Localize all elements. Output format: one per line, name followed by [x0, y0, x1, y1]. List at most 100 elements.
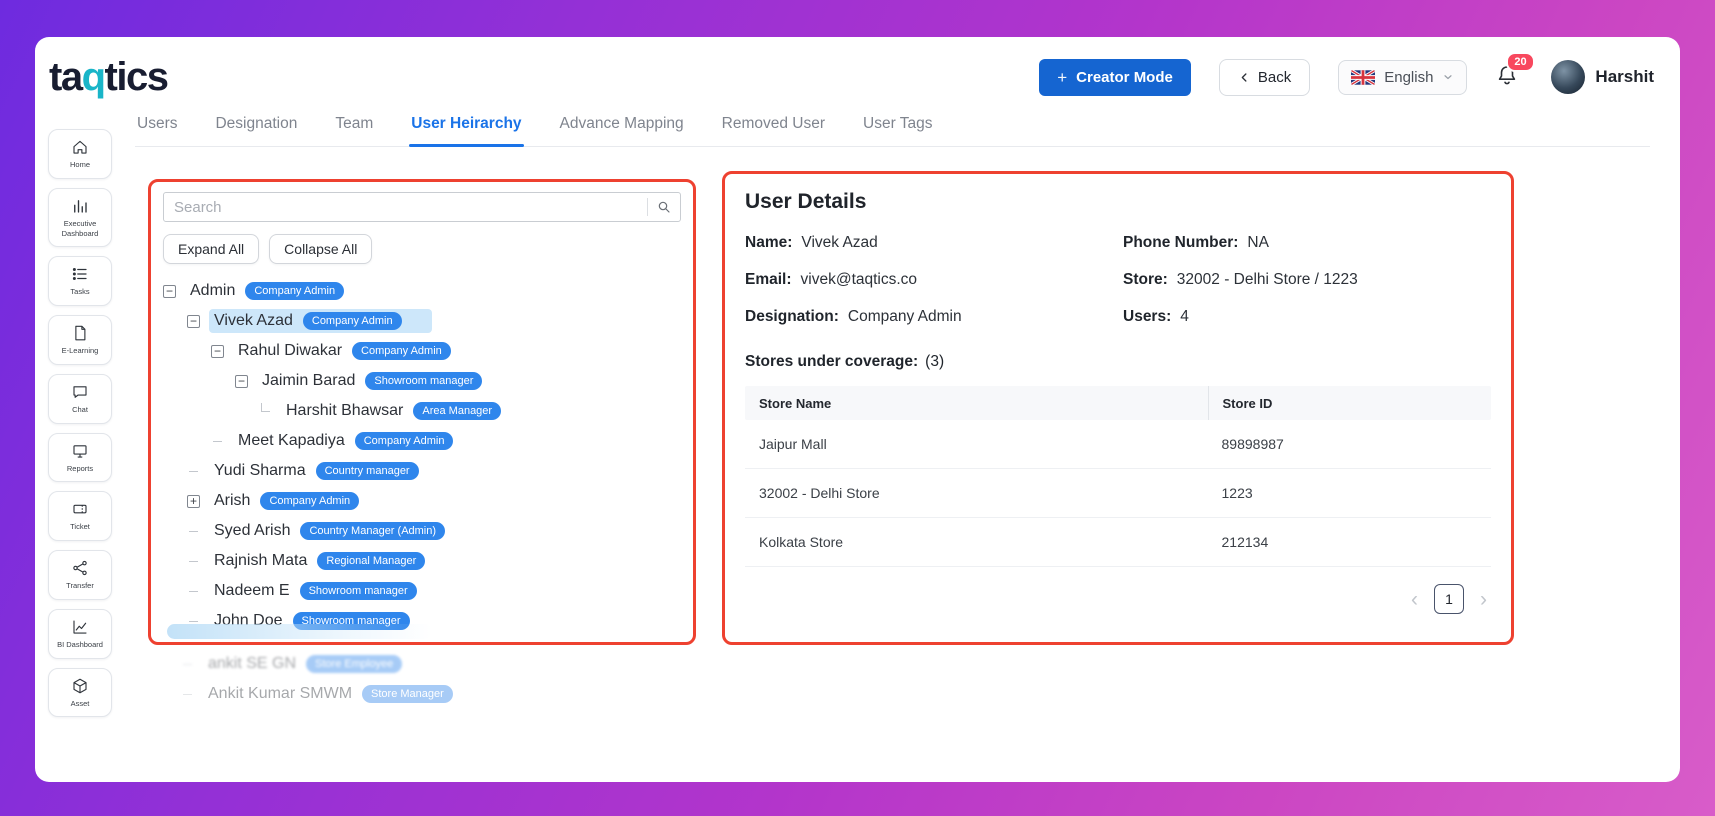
sidebar-item-ticket[interactable]: Ticket: [48, 491, 112, 541]
field-value: vivek@taqtics.co: [801, 271, 918, 288]
search-input[interactable]: [164, 199, 647, 216]
sidebar-item-transfer[interactable]: Transfer: [48, 550, 112, 600]
tree-toggle-icon[interactable]: [187, 495, 200, 508]
tab[interactable]: Users: [135, 115, 179, 146]
user-name-label: Harshit Bhawsar: [286, 402, 403, 420]
tab[interactable]: User Heirarchy: [409, 115, 523, 146]
tree-node[interactable]: Arish Company Admin: [187, 486, 681, 516]
sidebar-item-chat[interactable]: Chat: [48, 374, 112, 424]
tree-toggle-icon[interactable]: [187, 555, 200, 568]
page-background: taqtics + Creator Mode Back: [0, 0, 1715, 816]
user-name-label: Jaimin Barad: [262, 372, 355, 390]
sidebar-item-label: Executive Dashboard: [52, 219, 108, 239]
tree-toggle-icon[interactable]: [181, 658, 194, 671]
sidebar-item-elearning[interactable]: E-Learning: [48, 315, 112, 365]
stores-table: Store Name Store ID Jaipur Mall 89898987…: [745, 386, 1491, 567]
tree-toggle-icon[interactable]: [211, 435, 224, 448]
creator-mode-label: Creator Mode: [1076, 69, 1173, 86]
tree-toggle-icon[interactable]: [261, 403, 270, 412]
tree-node[interactable]: ankit SE GN Store Employee: [181, 649, 677, 679]
tree-toggle-icon[interactable]: [211, 345, 224, 358]
tab[interactable]: Designation: [213, 115, 299, 146]
tree-node[interactable]: Jaimin Barad Showroom manager: [235, 366, 681, 396]
tree-node[interactable]: Vivek Azad Company Admin: [187, 306, 681, 336]
role-badge: Showroom manager: [300, 582, 417, 600]
language-selector[interactable]: English: [1338, 60, 1467, 95]
sidebar-item-label: Chat: [72, 405, 88, 415]
store-name-cell: Kolkata Store: [745, 534, 1208, 550]
tab[interactable]: Advance Mapping: [558, 115, 686, 146]
tab[interactable]: Removed User: [720, 115, 827, 146]
field-value: 4: [1180, 308, 1189, 325]
pagination: ‹ 1 ›: [745, 584, 1491, 614]
search-icon[interactable]: [648, 199, 680, 215]
tree-node[interactable]: Admin Company Admin: [163, 276, 681, 306]
uk-flag-icon: [1351, 70, 1375, 85]
tree-toggle-icon[interactable]: [187, 585, 200, 598]
tree-node[interactable]: Ankit Kumar SMWM Store Manager: [181, 679, 677, 709]
sidebar-item-tasks[interactable]: Tasks: [48, 256, 112, 306]
cube-icon: [71, 677, 89, 695]
header-actions: + Creator Mode Back English: [1039, 59, 1654, 96]
collapse-all-button[interactable]: Collapse All: [269, 234, 372, 264]
tree-node[interactable]: Syed Arish Country Manager (Admin): [187, 516, 681, 546]
sidebar-item-label: Home: [70, 160, 90, 170]
tree-toggle-icon[interactable]: [187, 315, 200, 328]
user-menu[interactable]: Harshit: [1551, 60, 1654, 94]
bar-chart-icon: [71, 197, 89, 215]
role-badge: Company Admin: [245, 282, 344, 300]
sidebar-item-reports[interactable]: Reports: [48, 433, 112, 483]
expand-all-button[interactable]: Expand All: [163, 234, 259, 264]
role-badge: Company Admin: [303, 312, 402, 330]
sidebar-item-label: Tasks: [70, 287, 89, 297]
avatar[interactable]: [1551, 60, 1585, 94]
sidebar-item-label: Ticket: [70, 522, 90, 532]
role-badge: Showroom manager: [365, 372, 482, 390]
tree-node[interactable]: Nadeem E Showroom manager: [187, 576, 681, 606]
tree-node[interactable]: Rajnish Mata Regional Manager: [187, 546, 681, 576]
tree-node-content: Rajnish Mata Regional Manager: [209, 549, 433, 573]
tab[interactable]: Team: [333, 115, 375, 146]
table-row: Kolkata Store 212134: [745, 518, 1491, 567]
store-id-cell: 212134: [1208, 534, 1491, 550]
coverage-label: Stores under coverage:: [745, 353, 918, 370]
next-page-icon[interactable]: ›: [1480, 589, 1487, 610]
tree-node[interactable]: Harshit Bhawsar Area Manager: [259, 396, 681, 426]
tab[interactable]: User Tags: [861, 115, 935, 146]
tree-node-content: Vivek Azad Company Admin: [209, 309, 432, 333]
detail-field: Email: vivek@taqtics.co: [745, 271, 1123, 289]
field-label: Users:: [1123, 308, 1171, 325]
sidebar-item-bi-dashboard[interactable]: BI Dashboard: [48, 609, 112, 659]
tree-node-content: Syed Arish Country Manager (Admin): [209, 519, 453, 543]
field-label: Email:: [745, 271, 792, 288]
prev-page-icon[interactable]: ‹: [1411, 589, 1418, 610]
notification-badge: 20: [1506, 52, 1534, 72]
tree-toggle-icon[interactable]: [187, 525, 200, 538]
tree-toggle-icon[interactable]: [187, 465, 200, 478]
tree-toggle-icon[interactable]: [181, 688, 194, 701]
back-button[interactable]: Back: [1219, 59, 1310, 96]
tree-overflow-rows: ankit SE GN Store Employee Ankit Kumar S…: [157, 649, 677, 709]
tree-toggle-icon[interactable]: [235, 375, 248, 388]
current-page-button[interactable]: 1: [1434, 584, 1464, 614]
sidebar-item-asset[interactable]: Asset: [48, 668, 112, 718]
sidebar-item-label: Transfer: [66, 581, 94, 591]
user-name: Harshit: [1595, 67, 1654, 87]
sidebar-item-executive-dashboard[interactable]: Executive Dashboard: [48, 188, 112, 248]
sidebar-item-home[interactable]: Home: [48, 129, 112, 179]
tree-actions: Expand All Collapse All: [163, 234, 681, 264]
field-value: Vivek Azad: [801, 234, 877, 251]
store-name-cell: Jaipur Mall: [745, 436, 1208, 452]
tree-node-content: Yudi Sharma Country manager: [209, 459, 427, 483]
table-row: 32002 - Delhi Store 1223: [745, 469, 1491, 518]
tab-bar: Users Designation Team User Heirarchy Advanc…: [135, 115, 1650, 147]
creator-mode-button[interactable]: + Creator Mode: [1039, 59, 1191, 96]
notification-bell[interactable]: 20: [1495, 63, 1519, 92]
field-label: Store:: [1123, 271, 1168, 288]
tree-toggle-icon[interactable]: [163, 285, 176, 298]
detail-field: Name:Vivek Azad: [745, 234, 1123, 252]
tree-node[interactable]: Meet Kapadiya Company Admin: [211, 426, 681, 456]
tree-node[interactable]: Rahul Diwakar Company Admin: [211, 336, 681, 366]
detail-fields: Name:Vivek Azad Phone Number:NA Email:vi…: [745, 234, 1491, 326]
tree-node[interactable]: Yudi Sharma Country manager: [187, 456, 681, 486]
